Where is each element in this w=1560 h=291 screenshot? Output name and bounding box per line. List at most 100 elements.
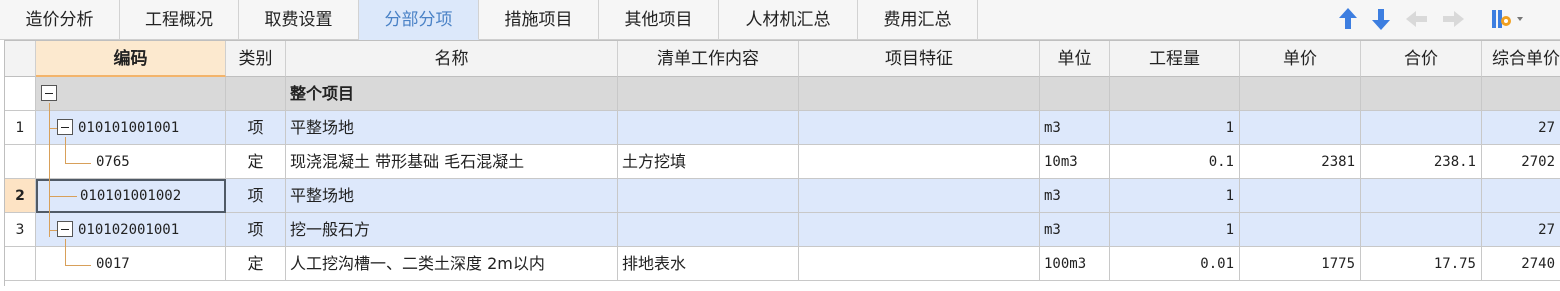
header-quantity[interactable]: 工程量: [1110, 41, 1240, 77]
table-cell-name[interactable]: 整个项目: [286, 77, 618, 111]
header-total-price[interactable]: 合价: [1361, 41, 1482, 77]
row-number[interactable]: [5, 145, 36, 179]
table-cell-unit[interactable]: [1040, 77, 1110, 111]
table-cell-total-price[interactable]: [1361, 77, 1482, 111]
table-cell-feature[interactable]: [799, 145, 1040, 179]
table-cell-total-price[interactable]: [1361, 213, 1482, 247]
code-text: 0765: [96, 154, 130, 170]
table-cell-category[interactable]: 定: [226, 145, 286, 179]
table-cell-work-content[interactable]: 排地表水: [618, 247, 799, 281]
table-cell-quantity[interactable]: 1: [1110, 213, 1240, 247]
column-settings-icon[interactable]: [1490, 6, 1526, 34]
arrow-down-icon[interactable]: [1370, 6, 1396, 34]
tree-line: [65, 137, 66, 164]
table-cell-feature[interactable]: [799, 213, 1040, 247]
collapse-toggle-icon[interactable]: [57, 119, 73, 135]
header-unit[interactable]: 单位: [1040, 41, 1110, 77]
table-cell-name[interactable]: 现浇混凝土 带形基础 毛石混凝土: [286, 145, 618, 179]
table-cell-category[interactable]: 项: [226, 213, 286, 247]
table-cell-feature[interactable]: [799, 247, 1040, 281]
table-cell-composite[interactable]: [1482, 77, 1560, 111]
code-text: 010101001002: [80, 188, 182, 204]
tree-line: [49, 103, 50, 237]
table-cell-work-content[interactable]: [618, 111, 799, 145]
table-cell-total-price[interactable]: [1361, 179, 1482, 213]
collapse-toggle-icon[interactable]: [41, 85, 57, 101]
table-cell-name[interactable]: 挖一般石方: [286, 213, 618, 247]
header-work-content[interactable]: 清单工作内容: [618, 41, 799, 77]
table-cell-quantity[interactable]: 1: [1110, 111, 1240, 145]
table-cell-unit[interactable]: m3: [1040, 213, 1110, 247]
tab-labor-material-summary[interactable]: 人材机汇总: [719, 0, 858, 40]
header-feature[interactable]: 项目特征: [799, 41, 1040, 77]
header-category[interactable]: 类别: [226, 41, 286, 77]
row-number[interactable]: 3: [5, 213, 36, 247]
header-code[interactable]: 编码: [36, 41, 226, 77]
table-cell-unit[interactable]: m3: [1040, 111, 1110, 145]
table-cell-name[interactable]: 人工挖沟槽一、二类土深度 2m以内: [286, 247, 618, 281]
table-cell-work-content[interactable]: [618, 213, 799, 247]
tab-measure-items[interactable]: 措施项目: [479, 0, 599, 40]
tab-cost-summary[interactable]: 费用汇总: [858, 0, 978, 40]
tree-line: [65, 239, 66, 266]
table-cell-work-content[interactable]: 土方挖填: [618, 145, 799, 179]
toolbar-area: [978, 0, 1560, 40]
code-text: 0017: [96, 256, 130, 272]
table-cell-work-content[interactable]: [618, 179, 799, 213]
tab-divisional-items[interactable]: 分部分项: [359, 0, 479, 40]
table-cell-quantity[interactable]: 0.1: [1110, 145, 1240, 179]
table-cell-total-price[interactable]: 17.75: [1361, 247, 1482, 281]
collapse-toggle-icon[interactable]: [57, 221, 73, 237]
table-cell-quantity[interactable]: 0.01: [1110, 247, 1240, 281]
table-cell-total-price[interactable]: 238.1: [1361, 145, 1482, 179]
table-cell-work-content[interactable]: [618, 77, 799, 111]
arrow-right-icon[interactable]: [1440, 6, 1466, 34]
tree-line: [65, 163, 91, 164]
table-cell-unit-price[interactable]: 2381: [1240, 145, 1361, 179]
tab-fee-settings[interactable]: 取费设置: [239, 0, 359, 40]
arrow-left-icon[interactable]: [1404, 6, 1430, 34]
table-cell-category[interactable]: 项: [226, 111, 286, 145]
table-cell-composite[interactable]: 27: [1482, 213, 1560, 247]
table-cell-unit-price[interactable]: 1775: [1240, 247, 1361, 281]
header-unit-price[interactable]: 单价: [1240, 41, 1361, 77]
table-cell-unit[interactable]: m3: [1040, 179, 1110, 213]
table-cell-category[interactable]: 项: [226, 179, 286, 213]
table-cell-quantity[interactable]: [1110, 77, 1240, 111]
table-cell-feature[interactable]: [799, 179, 1040, 213]
table-cell-unit-price[interactable]: [1240, 179, 1361, 213]
row-number[interactable]: [5, 247, 36, 281]
row-number[interactable]: 2: [5, 179, 36, 213]
tree-line: [65, 265, 91, 266]
table-cell-total-price[interactable]: [1361, 111, 1482, 145]
table-cell-composite[interactable]: 2702: [1482, 145, 1560, 179]
table-cell-composite[interactable]: [1482, 179, 1560, 213]
table-cell-quantity[interactable]: 1: [1110, 179, 1240, 213]
table-cell-feature[interactable]: [799, 77, 1040, 111]
table-cell-composite[interactable]: 27: [1482, 111, 1560, 145]
table-cell-unit[interactable]: 10m3: [1040, 145, 1110, 179]
table-cell-unit[interactable]: 100m3: [1040, 247, 1110, 281]
table-cell-unit-price[interactable]: [1240, 213, 1361, 247]
header-composite-unit-price[interactable]: 综合单价: [1482, 41, 1560, 77]
table-cell-category[interactable]: 定: [226, 247, 286, 281]
tab-project-overview[interactable]: 工程概况: [120, 0, 239, 40]
tab-cost-analysis[interactable]: 造价分析: [0, 0, 120, 40]
table-cell-unit-price[interactable]: [1240, 77, 1361, 111]
header-name[interactable]: 名称: [286, 41, 618, 77]
row-number[interactable]: 1: [5, 111, 36, 145]
table-cell-category[interactable]: [226, 77, 286, 111]
corner-header: [5, 41, 36, 77]
code-text: 010102001001: [78, 222, 180, 238]
table-cell-feature[interactable]: [799, 111, 1040, 145]
table-cell-name[interactable]: 平整场地: [286, 111, 618, 145]
row-number[interactable]: [5, 77, 36, 111]
table-cell-composite[interactable]: 2740: [1482, 247, 1560, 281]
table-cell-unit-price[interactable]: [1240, 111, 1361, 145]
tree-line: [49, 230, 57, 231]
table-cell-code[interactable]: [36, 77, 226, 111]
tab-other-items[interactable]: 其他项目: [599, 0, 719, 40]
table-cell-name[interactable]: 平整场地: [286, 179, 618, 213]
tree-line: [49, 196, 77, 197]
arrow-up-icon[interactable]: [1337, 6, 1363, 34]
